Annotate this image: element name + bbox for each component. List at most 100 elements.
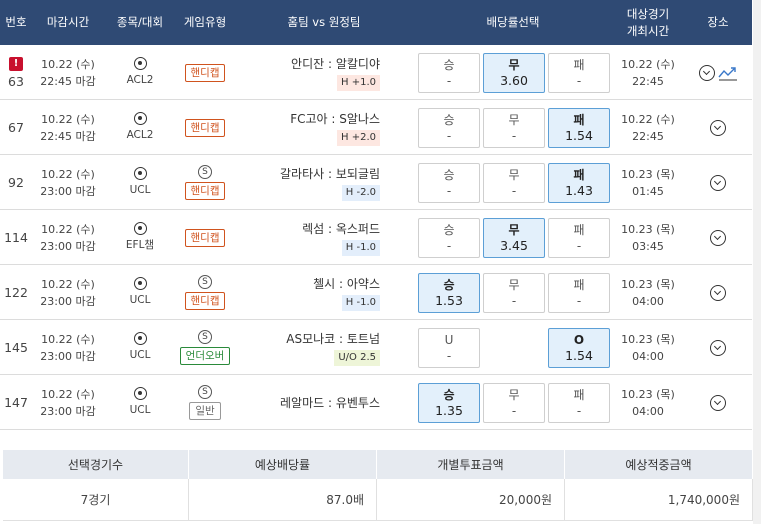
deadline-date: 10.22 (수) xyxy=(41,277,95,291)
game-type-badge: 핸디캡 xyxy=(184,292,226,310)
odds-option-button[interactable]: 무- xyxy=(483,163,545,203)
summary-count: 7경기 xyxy=(3,479,189,521)
odds-option-label: 승 xyxy=(443,168,455,182)
odds-option-button[interactable]: U- xyxy=(418,328,480,368)
schedule-date: 10.22 (수) xyxy=(621,112,675,126)
odds-option-button[interactable]: 승 1.35 xyxy=(418,383,480,423)
odds-option-button[interactable]: O 1.54 xyxy=(548,328,610,368)
odds-option-value: - xyxy=(511,294,517,308)
header-odds-select: 배당률선택 xyxy=(486,15,540,29)
odds-option-value: 1.43 xyxy=(565,183,593,198)
venue-location-icon[interactable] xyxy=(710,284,726,301)
odds-option-label: 무 xyxy=(508,113,520,127)
soccer-ball-icon xyxy=(133,221,147,235)
odds-option-button[interactable]: 승- xyxy=(418,108,480,148)
odds-option-value: - xyxy=(576,239,582,253)
odds-option-button[interactable]: 무 3.45 xyxy=(483,218,545,258)
deadline-time: 22:45 마감 xyxy=(40,129,96,143)
odds-option-button[interactable]: 패- xyxy=(548,218,610,258)
odds-option-label: 무 xyxy=(508,58,520,72)
odds-option-value: - xyxy=(446,349,452,363)
matchup-teams: 안디잔 : 알칼디야 xyxy=(291,56,380,71)
deadline-time: 23:00 마감 xyxy=(40,239,96,253)
handicap-tag: H +2.0 xyxy=(337,129,380,146)
deadline-cell: 10.22 (수) 22:45 마감 xyxy=(32,100,104,155)
header-league: 종목/대회 xyxy=(116,15,164,29)
odds-option-value: - xyxy=(446,74,452,88)
odds-option-button[interactable]: 승- xyxy=(418,218,480,258)
odds-option-button[interactable]: 패 1.54 xyxy=(548,108,610,148)
match-row: 92 10.22 (수) 23:00 마감 UCL S 핸디캡 갈라타사 : 보되글림 H -… xyxy=(0,155,752,210)
league-name: UCL xyxy=(129,348,151,361)
odds-option-button[interactable]: 승- xyxy=(418,53,480,93)
odds-option-button[interactable]: 무 3.60 xyxy=(483,53,545,93)
deadline-cell: 10.22 (수) 22:45 마감 xyxy=(32,45,104,100)
deadline-cell: 10.22 (수) 23:00 마감 xyxy=(32,155,104,210)
schedule-date: 10.23 (목) xyxy=(621,332,675,346)
deadline-cell: 10.22 (수) 23:00 마감 xyxy=(32,320,104,375)
match-row: 114 10.22 (수) 23:00 마감 EFL챔 핸디캡 렉섬 : 옥스퍼드 H -1… xyxy=(0,210,752,265)
match-number: 145 xyxy=(4,340,28,355)
venue-cell xyxy=(684,100,752,155)
deadline-time: 22:45 마감 xyxy=(40,74,96,88)
odds-option-button[interactable]: 무- xyxy=(483,273,545,313)
trend-chart-icon[interactable] xyxy=(717,65,738,81)
odds-option-button[interactable]: 패 1.43 xyxy=(548,163,610,203)
matchup-cell: 갈라타사 : 보되글림 H -2.0 xyxy=(234,155,384,210)
league-cell: ACL2 xyxy=(104,45,176,100)
odds-option-value: 1.54 xyxy=(565,348,593,363)
matchup-cell: FC고아 : S알나스 H +2.0 xyxy=(234,100,384,155)
odds-option-value: - xyxy=(446,129,452,143)
odds-option-button[interactable]: 패- xyxy=(548,273,610,313)
deadline-date: 10.22 (수) xyxy=(41,222,95,236)
deadline-time: 23:00 마감 xyxy=(40,184,96,198)
schedule-date: 10.23 (목) xyxy=(621,167,675,181)
odds-option-label: 패 xyxy=(573,113,585,127)
venue-cell xyxy=(684,210,752,265)
odds-option-label: 승 xyxy=(443,388,455,402)
odds-option-button[interactable]: 승- xyxy=(418,163,480,203)
odds-option-label: 패 xyxy=(573,388,585,402)
odds-option-button[interactable]: 무- xyxy=(483,108,545,148)
venue-location-icon[interactable] xyxy=(698,64,715,81)
match-row: 145 10.22 (수) 23:00 마감 UCL S 언더오버 AS모나코 : 토트넘 U… xyxy=(0,320,752,375)
odds-option-value: - xyxy=(446,239,452,253)
odds-option-button[interactable]: 승 1.53 xyxy=(418,273,480,313)
handicap-tag: H -2.0 xyxy=(341,184,380,201)
soccer-ball-icon xyxy=(133,276,147,290)
header-venue: 장소 xyxy=(707,15,729,29)
odds-option-button[interactable]: 패- xyxy=(548,53,610,93)
header-target-time-line2: 개최시간 xyxy=(626,23,670,38)
summary-header-stake: 개별투표금액 xyxy=(377,450,565,479)
odds-option-button[interactable]: 무- xyxy=(483,383,545,423)
match-number-cell: 122 xyxy=(0,265,32,320)
venue-location-icon[interactable] xyxy=(710,339,726,356)
handicap-tag: H -1.0 xyxy=(341,294,380,311)
handicap-tag: H -1.0 xyxy=(341,239,380,256)
league-cell: ACL2 xyxy=(104,100,176,155)
odds-option-value: - xyxy=(446,184,452,198)
venue-location-icon[interactable] xyxy=(710,394,726,411)
venue-location-icon[interactable] xyxy=(710,119,726,136)
odds-option-button[interactable]: 패- xyxy=(548,383,610,423)
scrollbar[interactable] xyxy=(753,0,761,524)
league-name: UCL xyxy=(129,403,151,416)
match-row: 122 10.22 (수) 23:00 마감 UCL S 핸디캡 첼시 : 아약스 H -1.… xyxy=(0,265,752,320)
schedule-time: 04:00 xyxy=(632,294,664,308)
alert-icon[interactable]: ! xyxy=(9,56,23,71)
venue-location-icon[interactable] xyxy=(710,229,726,246)
venue-cell xyxy=(684,375,752,430)
matchup-cell: AS모나코 : 토트넘 U/O 2.5 xyxy=(234,320,384,375)
match-number: 67 xyxy=(8,120,24,135)
bet-summary: 선택경기수 예상배당률 개별투표금액 예상적중금액 7경기 87.0배 20,0… xyxy=(3,450,753,521)
schedule-time: 04:00 xyxy=(632,404,664,418)
match-row: ! 63 10.22 (수) 22:45 마감 ACL2 핸디캡 안디잔 : 알칼디야 H +… xyxy=(0,45,752,100)
venue-cell xyxy=(684,155,752,210)
summary-stake: 20,000원 xyxy=(377,479,565,521)
soccer-ball-icon xyxy=(133,166,147,180)
match-number-cell: 147 xyxy=(0,375,32,430)
deadline-time: 23:00 마감 xyxy=(40,294,96,308)
venue-location-icon[interactable] xyxy=(710,174,726,191)
header-game-type: 게임유형 xyxy=(183,15,227,29)
deadline-cell: 10.22 (수) 23:00 마감 xyxy=(32,265,104,320)
